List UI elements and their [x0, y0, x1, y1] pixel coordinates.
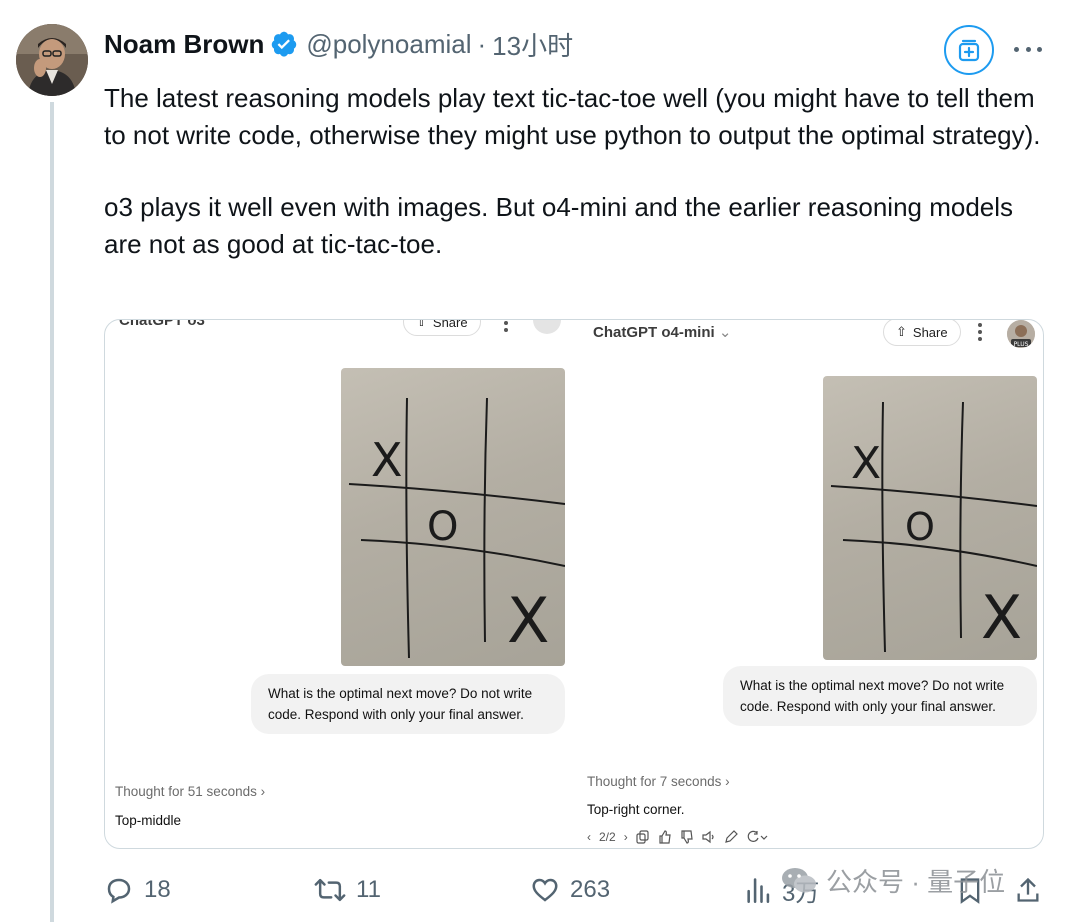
retweet-button[interactable]: 11: [314, 872, 381, 908]
reply-icon: [107, 878, 131, 904]
share-post-button[interactable]: [1014, 872, 1042, 908]
chat-panel-o4-mini: ChatGPT o4-mini ⌄ ⇧ Share PLUS X O X Wha…: [577, 320, 1043, 848]
regenerate-icon: [747, 830, 768, 842]
thought-duration: Thought for 51 seconds ›: [115, 784, 266, 799]
model-selector: ChatGPT o3: [119, 319, 205, 329]
response-pager: 2/2: [599, 830, 616, 844]
board-o-mark: O: [427, 504, 458, 550]
speaker-icon: [702, 830, 714, 844]
tic-tac-toe-photo: X O X: [341, 368, 565, 666]
share-label: Share: [912, 324, 948, 340]
thought-duration: Thought for 7 seconds ›: [587, 774, 730, 789]
user-prompt-bubble: What is the optimal next move? Do not wr…: [251, 674, 565, 734]
chevron-right-icon: ›: [260, 784, 266, 799]
kebab-icon: [978, 323, 982, 341]
grok-button[interactable]: [944, 25, 994, 75]
tweet-text: The latest reasoning models play text ti…: [104, 80, 1054, 262]
author-handle[interactable]: @polynoamial: [306, 29, 471, 60]
retweet-icon: [314, 878, 346, 902]
user-avatar: [533, 320, 561, 334]
copy-icon: [636, 830, 649, 844]
kebab-icon: [504, 320, 508, 332]
verified-badge-icon: [270, 30, 298, 58]
share-button: ⇧ Share: [403, 319, 481, 336]
model-answer: Top-middle: [115, 813, 182, 828]
post-time[interactable]: 13小时: [492, 26, 573, 63]
watermark: 公众号 · 量子位: [780, 862, 1005, 898]
retweet-count: 11: [356, 876, 381, 903]
plus-badge: PLUS: [1014, 341, 1029, 348]
chat-panel-o3: ChatGPT o3 ⇧ Share X O X What is the opt…: [105, 320, 577, 848]
more-options-icon[interactable]: [1010, 34, 1046, 64]
board-x-mark: X: [981, 583, 1022, 653]
reply-button[interactable]: 18: [104, 872, 171, 908]
model-selector: ChatGPT o4-mini ⌄: [593, 324, 732, 341]
thumbs-up-icon: [659, 830, 671, 844]
heart-icon: [532, 878, 558, 902]
like-count: 263: [570, 876, 611, 903]
share-icon: ⇧: [416, 319, 427, 329]
header-separator: ·: [477, 28, 487, 59]
watermark-text: 公众号 · 量子位: [826, 866, 1006, 897]
share-upload-icon: [1017, 877, 1039, 902]
author-avatar[interactable]: [16, 24, 88, 96]
model-answer: Top-right corner.: [587, 802, 685, 817]
share-button: ⇧ Share: [883, 320, 961, 346]
user-prompt-bubble: What is the optimal next move? Do not wr…: [723, 666, 1037, 726]
like-button[interactable]: 263: [530, 872, 610, 908]
chevron-down-icon: ⌄: [718, 324, 732, 341]
author-name[interactable]: Noam Brown: [104, 29, 264, 60]
user-avatar: PLUS: [1007, 320, 1035, 348]
share-icon: ⇧: [896, 324, 907, 339]
edit-icon: [724, 830, 738, 843]
views-chart-icon: [747, 878, 770, 903]
thumbs-down-icon: [681, 830, 693, 844]
chevron-right-icon: ›: [623, 830, 628, 844]
board-o-mark: O: [905, 505, 935, 549]
tweet-media-image[interactable]: ChatGPT o3 ⇧ Share X O X What is the opt…: [104, 319, 1044, 849]
board-x-mark: X: [851, 438, 881, 489]
chevron-left-icon: ‹: [587, 830, 591, 844]
tweet-header: Noam Brown @polynoamial · 13小时: [104, 26, 573, 62]
tweet-paragraph: o3 plays it well even with images. But o…: [104, 192, 1014, 259]
board-x-mark: X: [371, 433, 403, 487]
share-label: Share: [432, 319, 468, 330]
thread-line: [50, 102, 54, 922]
reply-count: 18: [144, 876, 171, 903]
wechat-icon: [782, 868, 816, 893]
tic-tac-toe-photo: X O X: [823, 376, 1037, 660]
chevron-right-icon: ›: [725, 774, 730, 789]
response-toolbar: ‹ 2/2 ›: [587, 830, 768, 844]
board-x-mark: X: [507, 584, 549, 657]
grok-icon: [958, 39, 980, 62]
tweet-paragraph: The latest reasoning models play text ti…: [104, 83, 1041, 150]
